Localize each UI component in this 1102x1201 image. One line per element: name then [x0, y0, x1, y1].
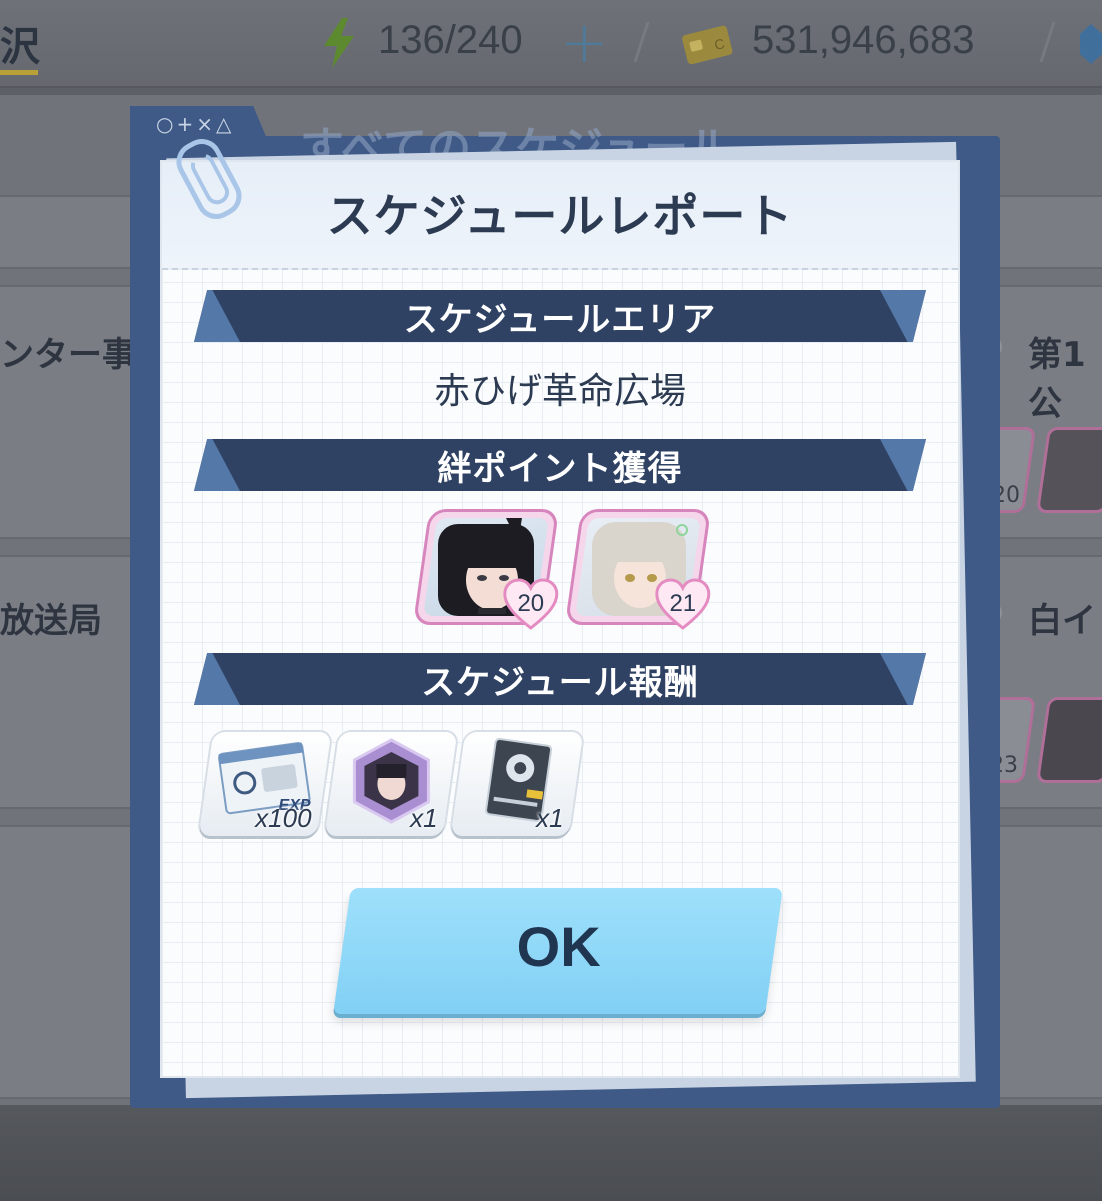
bond-level: 20 — [517, 590, 545, 617]
student-portrait: 20 — [416, 512, 559, 630]
ap-counter: 136/240 — [378, 18, 523, 62]
location-label: ンター事 — [0, 335, 136, 375]
reward-item[interactable]: x1 — [324, 732, 458, 836]
divider — [1039, 22, 1056, 62]
dialog-tab-symbols: ○+×△ — [156, 112, 235, 136]
location-label: 第1公 — [1028, 335, 1086, 424]
reward-section-banner: スケジュール報酬 — [194, 653, 926, 705]
location-label: 放送局 — [0, 601, 102, 641]
ok-button[interactable]: OK — [333, 888, 783, 1014]
lightning-icon — [324, 18, 354, 68]
student-avatar — [1035, 697, 1102, 783]
divider — [633, 22, 650, 62]
dialog-title: スケジュールレポート — [326, 189, 794, 243]
screen-title: 沢 — [0, 24, 40, 70]
pyroxene-icon — [1080, 24, 1102, 64]
area-section-title: スケジュールエリア — [403, 299, 717, 340]
bond-section-banner: 絆ポイント獲得 — [194, 439, 926, 491]
reward-section-title: スケジュール報酬 — [421, 662, 699, 703]
reward-quantity: x100 — [254, 803, 312, 833]
reward-item[interactable]: EXP x100 — [198, 732, 332, 836]
top-resource-bar: 沢 136/240 + C 531,946,683 — [0, 0, 1102, 88]
area-section-banner: スケジュールエリア — [194, 290, 926, 342]
map-background — [0, 1105, 1102, 1201]
ok-button-label: OK — [516, 915, 601, 978]
bond-section-title: 絆ポイント獲得 — [437, 448, 683, 489]
reward-item[interactable]: x1 — [450, 732, 584, 836]
credits-counter: 531,946,683 — [752, 18, 975, 62]
location-label: 白イ — [1028, 601, 1096, 641]
credit-card-icon: C — [682, 25, 733, 64]
bond-level: 21 — [669, 590, 697, 617]
tab-underline — [0, 70, 38, 75]
student-portrait: 21 — [568, 512, 711, 630]
area-name: 赤ひげ革命広場 — [433, 371, 686, 412]
reward-quantity: x1 — [409, 803, 438, 833]
student-avatar — [1035, 427, 1102, 513]
add-ap-button[interactable]: + — [560, 8, 609, 76]
reward-quantity: x1 — [535, 803, 564, 833]
